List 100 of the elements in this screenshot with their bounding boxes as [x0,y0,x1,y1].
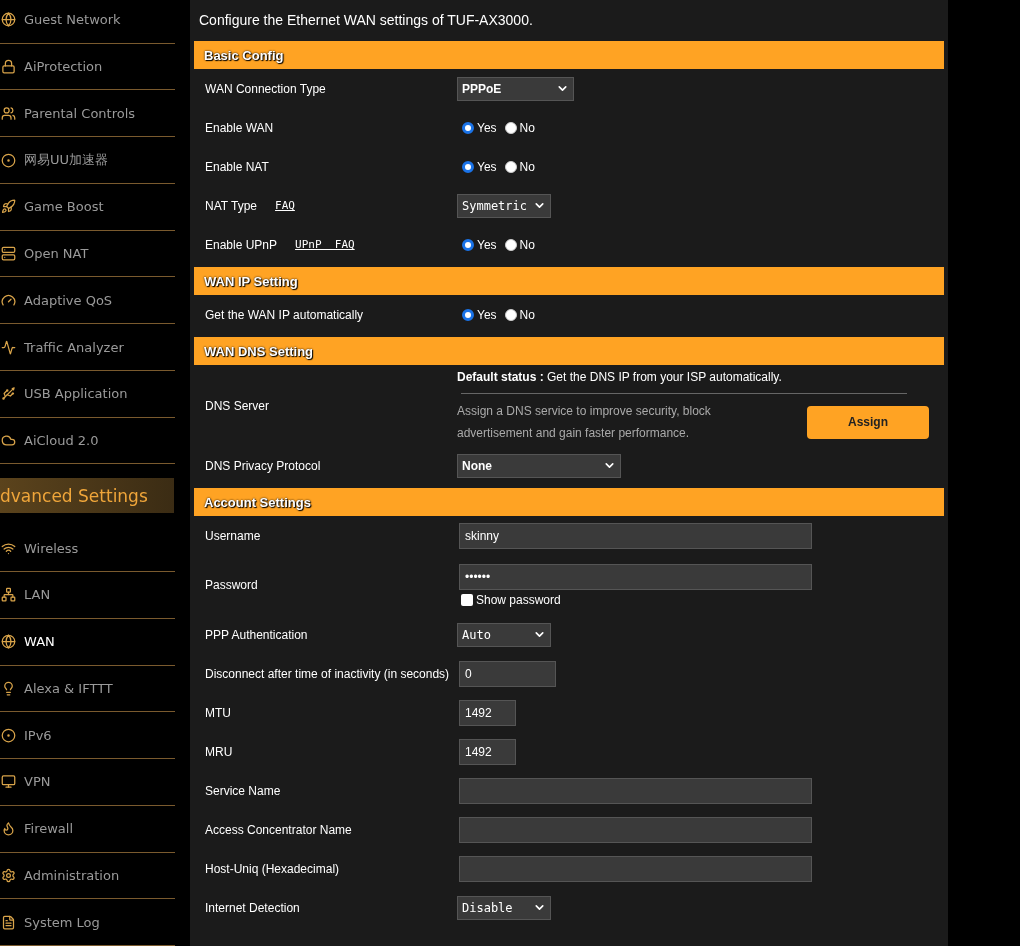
sidebar-item[interactable]: Open NAT [0,230,175,278]
sidebar-item[interactable]: System Log [0,899,175,946]
radio-option[interactable]: No [504,237,535,252]
faq-link[interactable]: UPnP FAQ [295,238,355,251]
menu-icon [1,821,16,837]
radio-label: Yes [477,237,497,252]
field-label: DNS Privacy Protocol [205,458,321,473]
radio-button[interactable] [504,121,517,134]
menu-icon [1,105,16,121]
radio-button[interactable] [462,308,474,321]
input-field[interactable]: 1492 [459,699,516,726]
sidebar-item[interactable]: Alexa & IFTTT [0,665,175,713]
dropdown[interactable]: None [457,453,621,478]
field-label: MTU [205,705,231,720]
faq-link[interactable]: FAQ [275,199,295,212]
sidebar-item[interactable]: VPN [0,759,175,806]
field-label: Internet Detection [205,900,300,915]
radio-option[interactable]: Yes [462,237,497,252]
menu-icon [1,246,16,262]
input-field[interactable] [459,855,812,882]
sidebar-item[interactable]: Game Boost [0,183,175,231]
menu-icon [1,292,16,308]
section-title: WAN DNS Setting [194,337,944,365]
radio-button[interactable] [462,238,474,251]
sidebar-item[interactable]: USB Application [0,370,175,418]
sidebar-item[interactable]: Administration [0,852,175,900]
sidebar-item[interactable]: Adaptive QoS [0,277,175,325]
assign-button[interactable]: Assign [807,405,929,439]
sidebar-item[interactable]: Parental Controls [0,90,175,138]
sidebar-item[interactable]: IPv6 [0,712,175,760]
input-field[interactable]: skinny [459,522,812,549]
menu-icon [1,386,16,402]
sidebar-item[interactable]: AiProtection [0,43,175,91]
radio-button[interactable] [504,238,517,251]
default-status-text: Default status : Get the DNS IP from your ISP automatically. [457,370,783,384]
radio-button[interactable] [462,160,474,173]
menu-icon [1,867,16,883]
menu-icon [1,339,16,355]
menu-icon [1,59,16,75]
radio-label: Yes [477,120,497,135]
menu-icon [1,432,16,448]
input-field[interactable] [459,816,812,843]
menu-icon [1,152,16,168]
menu-icon [1,12,16,28]
menu-icon [1,774,16,790]
password-field[interactable]: •••••• [459,563,812,590]
sidebar-item[interactable]: Traffic Analyzer [0,324,175,371]
field-label: Enable UPnP [205,237,278,252]
input-field[interactable]: 1492 [459,738,516,765]
radio-option[interactable]: Yes [462,159,497,174]
field-label: WAN Connection Type [205,81,326,96]
sidebar-item[interactable]: LAN [0,572,175,619]
field-label: Get the WAN IP automatically [205,307,364,322]
menu-icon [1,914,16,930]
checkbox-label: Show password [476,592,561,607]
radio-option[interactable]: No [504,159,535,174]
radio-button[interactable] [504,160,517,173]
section-title: Account Settings [194,488,944,516]
dns-description: Assign a DNS service to improve security, block advertisement and gain faster performance. [457,403,712,442]
sidebar-item[interactable]: WAN [0,618,175,666]
dropdown[interactable]: PPPoE [457,76,574,101]
menu-icon [1,199,16,215]
radio-label: No [519,159,535,174]
field-label: Host-Uniq (Hexadecimal) [205,861,340,876]
radio-button[interactable] [504,308,517,321]
radio-label: No [519,307,535,322]
radio-option[interactable]: Yes [462,120,497,135]
radio-option[interactable]: Yes [462,307,497,322]
sidebar-item[interactable]: Wireless [0,525,175,573]
field-label: Password [205,578,258,592]
sidebar-item[interactable]: Firewall [0,805,175,853]
field-label: DNS Server [205,398,269,413]
radio-label: Yes [477,159,497,174]
sidebar-item[interactable]: Guest Network [0,0,175,44]
field-label: Disconnect after time of inactivity (in seconds) [205,666,450,681]
radio-button[interactable] [462,121,474,134]
input-field[interactable] [459,777,812,804]
dropdown[interactable]: Symmetric [457,193,551,218]
menu-icon [1,587,16,603]
field-label: MRU [205,744,233,759]
radio-option[interactable]: No [504,120,535,135]
checkbox[interactable] [461,593,473,606]
menu-icon [1,680,16,696]
page-description: Configure the Ethernet WAN settings of TUF-AX3000. [198,12,534,30]
field-label: Username [205,528,261,543]
field-label: NAT Type [205,198,258,213]
section-title: Basic Config [194,41,944,69]
radio-option[interactable]: No [504,307,535,322]
input-field[interactable]: 0 [459,660,556,687]
field-label: PPP Authentication [205,627,308,642]
dropdown[interactable]: Auto [457,622,551,647]
menu-icon [1,540,16,556]
dropdown[interactable]: Disable [457,895,551,920]
sidebar-item[interactable]: 网易UU加速器 [0,137,175,184]
radio-label: No [519,120,535,135]
menu-icon [1,634,16,650]
menu-icon [1,727,16,743]
sidebar-item[interactable]: AiCloud 2.0 [0,417,175,465]
field-label: Service Name [205,783,281,798]
field-label: Access Concentrator Name [205,822,352,837]
